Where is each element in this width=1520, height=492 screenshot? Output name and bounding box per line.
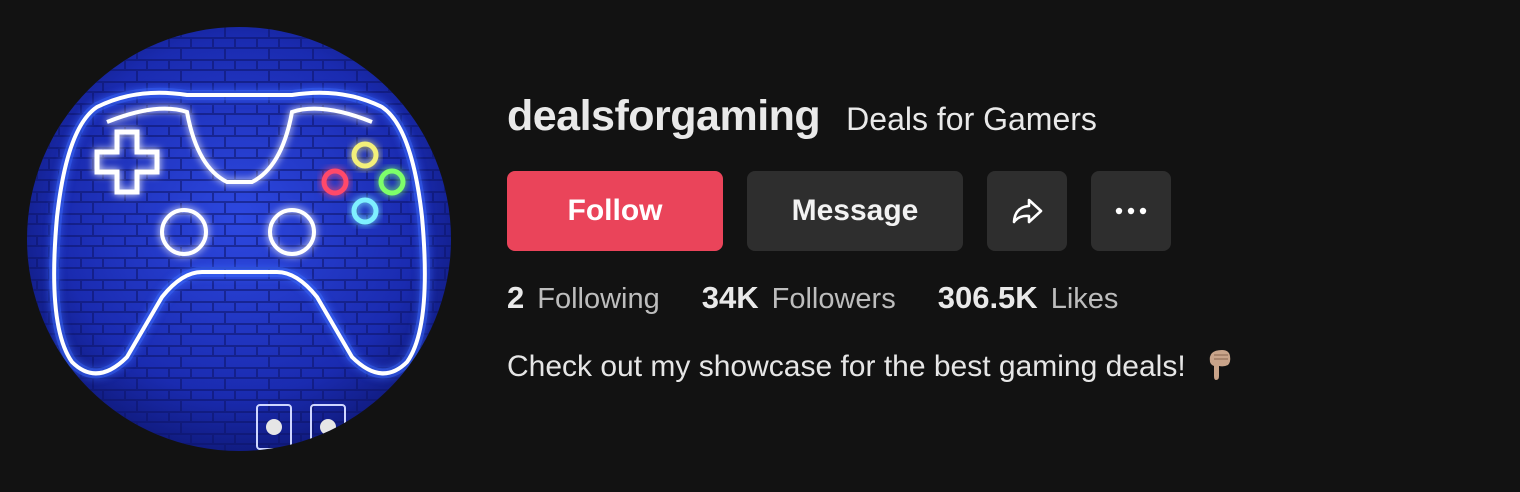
stat-value: 2 [507, 280, 525, 315]
bio: Check out my showcase for the best gamin… [507, 348, 1234, 390]
title-row: dealsforgaming Deals for Gamers [507, 92, 1487, 148]
stat-likes: 306.5K Likes [938, 280, 1119, 316]
pointing-down-hand-icon [1206, 348, 1234, 390]
profile-info: dealsforgaming Deals for Gamers Follow M… [507, 92, 1487, 383]
username: dealsforgaming [507, 92, 821, 140]
share-arrow-icon [1012, 198, 1043, 224]
stat-followers[interactable]: 34K Followers [702, 280, 896, 316]
stat-value: 306.5K [937, 280, 1038, 315]
stat-value: 34K [701, 280, 759, 315]
more-horizontal-icon [1115, 207, 1147, 215]
stat-following[interactable]: 2 Following [507, 280, 660, 316]
share-button[interactable] [987, 171, 1067, 251]
action-buttons: Follow Message [507, 171, 1171, 251]
more-button[interactable] [1091, 171, 1171, 251]
message-button[interactable]: Message [747, 171, 963, 251]
profile-page: dealsforgaming Deals for Gamers Follow M… [0, 0, 1520, 492]
stat-label: Following [537, 283, 660, 315]
nickname: Deals for Gamers [846, 101, 1097, 137]
stats: 2 Following 34K Followers 306.5K Likes [507, 280, 1118, 320]
neon-controller-icon [27, 27, 451, 451]
follow-button[interactable]: Follow [507, 171, 723, 251]
stat-label: Followers [771, 283, 896, 315]
stat-label: Likes [1050, 283, 1119, 315]
bio-text: Check out my showcase for the best gamin… [507, 350, 1186, 383]
avatar[interactable] [27, 27, 451, 451]
